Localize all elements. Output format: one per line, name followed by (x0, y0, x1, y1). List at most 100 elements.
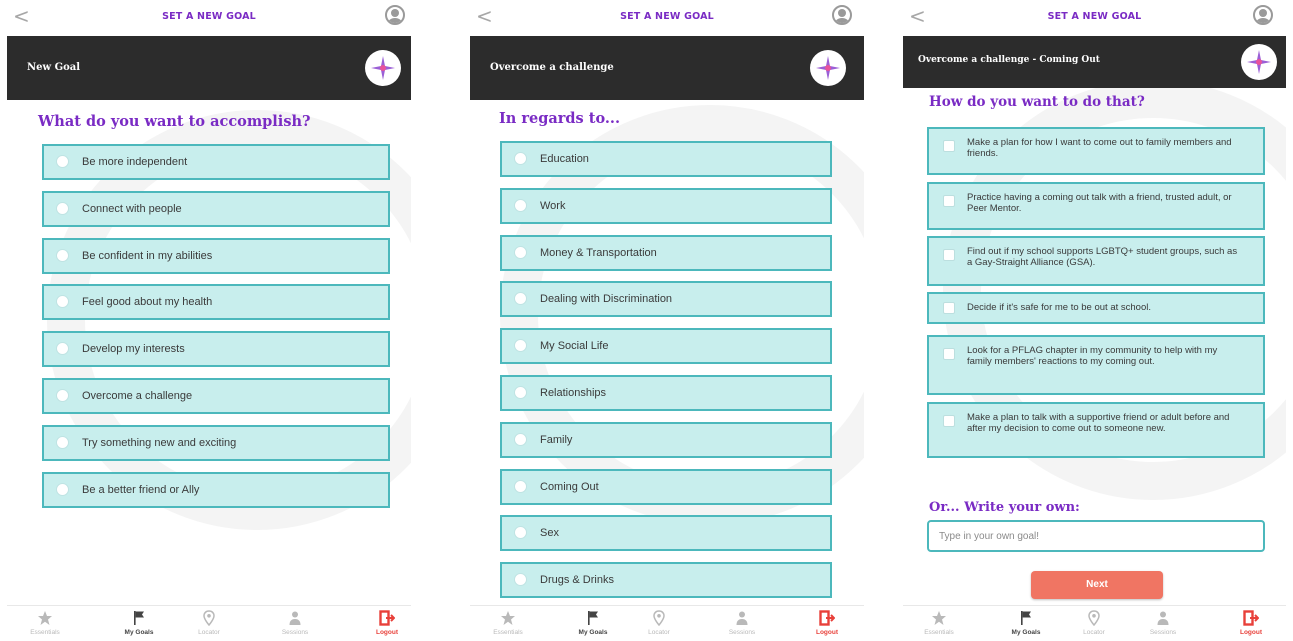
radio-button[interactable] (514, 432, 527, 446)
radio-button[interactable] (56, 248, 69, 262)
goal-option[interactable]: My Social Life (500, 328, 832, 365)
checkbox[interactable] (943, 140, 955, 152)
nav-essentials[interactable]: Essentials (480, 606, 536, 641)
nav-logout[interactable]: Logout (1223, 606, 1279, 641)
goal-option[interactable]: Feel good about my health (42, 284, 390, 321)
header-title: Overcome a challenge (490, 62, 614, 73)
profile-icon[interactable] (385, 5, 405, 25)
checkbox[interactable] (943, 302, 955, 314)
option-label: Sex (540, 527, 559, 540)
goal-option[interactable]: Work (500, 187, 832, 224)
goal-option[interactable]: Be more independent (42, 144, 390, 180)
checkbox-label: Look for a PFLAG chapter in my community… (967, 345, 1218, 367)
goal-option[interactable]: Money & Transportation (500, 234, 832, 271)
person-icon (734, 610, 750, 626)
checkbox[interactable] (943, 249, 955, 261)
goal-checkbox-option[interactable]: Decide if it's safe for me to be out at … (927, 292, 1265, 324)
nav-label: Essentials (30, 629, 60, 636)
goal-checkbox-option[interactable]: Find out if my school supports LGBTQ+ st… (927, 236, 1265, 286)
logout-icon (379, 610, 395, 626)
goal-option[interactable]: Relationships (500, 375, 832, 411)
nav-sessions[interactable]: Sessions (714, 606, 770, 641)
radio-button[interactable] (56, 342, 69, 356)
radio-button[interactable] (56, 201, 69, 215)
nav-label: Essentials (493, 629, 523, 636)
goal-option[interactable]: Overcome a challenge (42, 378, 390, 414)
nav-label: My Goals (1011, 629, 1041, 636)
nav-logout[interactable]: Logout (359, 606, 411, 641)
goal-option[interactable]: Family (500, 421, 832, 458)
goal-option[interactable]: Education (500, 141, 832, 177)
goal-checkbox-option[interactable]: Make a plan to talk with a supportive fr… (927, 402, 1265, 458)
sparkle-logo-icon[interactable] (1241, 44, 1277, 80)
nav-label: Essentials (924, 629, 954, 636)
option-label: Develop my interests (82, 343, 185, 356)
radio-button[interactable] (56, 435, 69, 449)
nav-locator[interactable]: Locator (1066, 606, 1122, 641)
radio-button[interactable] (514, 479, 527, 493)
checkbox-label: Find out if my school supports LGBTQ+ st… (967, 246, 1238, 268)
profile-icon[interactable] (1253, 5, 1273, 25)
goal-option[interactable]: Coming Out (500, 468, 832, 505)
radio-button[interactable] (514, 386, 527, 399)
nav-essentials[interactable]: Essentials (911, 606, 967, 641)
goal-header: New Goal (7, 36, 411, 100)
goal-option[interactable]: Try something new and exciting (42, 424, 390, 461)
nav-logout[interactable]: Logout (799, 606, 855, 641)
goal-option[interactable]: Connect with people (42, 190, 390, 227)
goal-checkbox-option[interactable]: Look for a PFLAG chapter in my community… (927, 335, 1265, 395)
nav-sessions[interactable]: Sessions (1135, 606, 1191, 641)
next-button[interactable]: Next (1031, 571, 1163, 599)
profile-icon[interactable] (832, 5, 852, 25)
goal-option[interactable]: Be a better friend or Ally (42, 471, 390, 508)
goal-checkbox-option[interactable]: Make a plan for how I want to come out t… (927, 127, 1265, 175)
goal-option[interactable]: Develop my interests (42, 331, 390, 368)
header-title: Overcome a challenge - Coming Out (918, 55, 1100, 65)
radio-button[interactable] (514, 339, 527, 353)
radio-button[interactable] (514, 245, 527, 259)
checkbox[interactable] (943, 348, 955, 360)
goal-checkbox-option[interactable]: Practice having a coming out talk with a… (927, 182, 1265, 230)
top-bar: < SET A NEW GOAL (7, 0, 411, 36)
checkbox[interactable] (943, 195, 955, 207)
sparkle-logo-icon[interactable] (810, 50, 846, 86)
option-label: Overcome a challenge (82, 390, 193, 402)
nav-essentials[interactable]: Essentials (17, 606, 73, 641)
option-label: Drugs & Drinks (540, 574, 614, 587)
goal-option[interactable]: Drugs & Drinks (500, 562, 832, 599)
nav-my-goals[interactable]: My Goals (565, 606, 621, 641)
goal-option[interactable]: Sex (500, 515, 832, 552)
screen-coming-out: < SET A NEW GOAL Overcome a challenge - … (903, 0, 1286, 641)
bottom-nav: Essentials My Goals Locator Sessions Logout (903, 605, 1286, 641)
person-icon (287, 610, 303, 626)
star-icon (931, 610, 947, 626)
question-heading: How do you want to do that? (929, 94, 1145, 110)
nav-label: Locator (198, 629, 220, 636)
radio-button[interactable] (56, 482, 69, 496)
nav-label: Logout (815, 629, 839, 636)
write-own-heading: Or... Write your own: (929, 500, 1080, 515)
page-title: SET A NEW GOAL (162, 11, 256, 22)
option-label: Work (540, 199, 566, 212)
goal-option[interactable]: Dealing with Discrimination (500, 281, 832, 318)
radio-button[interactable] (514, 526, 527, 540)
goal-option[interactable]: Be confident in my abilities (42, 237, 390, 274)
radio-button[interactable] (514, 152, 527, 165)
radio-button[interactable] (56, 155, 69, 168)
star-icon (37, 610, 53, 626)
sparkle-logo-icon[interactable] (365, 50, 401, 86)
nav-label: Sessions (281, 629, 309, 636)
radio-button[interactable] (514, 573, 527, 587)
nav-label: Logout (375, 629, 399, 636)
own-goal-input[interactable] (927, 520, 1265, 552)
radio-button[interactable] (514, 292, 527, 306)
nav-my-goals[interactable]: My Goals (111, 606, 167, 641)
checkbox[interactable] (943, 415, 955, 427)
nav-sessions[interactable]: Sessions (267, 606, 323, 641)
radio-button[interactable] (56, 389, 69, 402)
nav-my-goals[interactable]: My Goals (998, 606, 1054, 641)
radio-button[interactable] (514, 198, 527, 212)
radio-button[interactable] (56, 295, 69, 309)
nav-locator[interactable]: Locator (631, 606, 687, 641)
nav-locator[interactable]: Locator (181, 606, 237, 641)
